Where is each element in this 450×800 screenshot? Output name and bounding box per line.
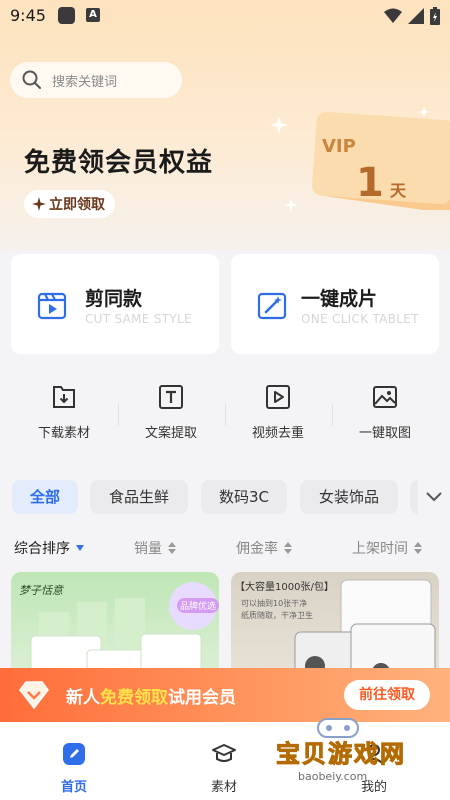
graduation-cap-icon xyxy=(212,744,236,762)
sort-label: 综合排序 xyxy=(14,541,70,557)
tool-label: 视频去重 xyxy=(251,426,304,441)
category-expand-button[interactable] xyxy=(418,480,450,514)
tab-label: 首页 xyxy=(60,780,87,795)
banner-text-suffix: 试用会员 xyxy=(168,688,236,708)
vip-gem-icon xyxy=(19,681,49,710)
new-user-promo-banner[interactable]: 新人免费领取试用会员 前往领取 xyxy=(0,668,450,722)
sort-arrows-icon xyxy=(168,542,176,554)
image-icon xyxy=(373,386,397,408)
claim-now-button[interactable]: 立即领取 xyxy=(24,190,115,218)
divider xyxy=(225,404,226,426)
banner-text-highlight: 免费领取 xyxy=(100,688,168,708)
vip-ticket-illustration: VIP 1 天 xyxy=(312,111,450,210)
vip-unit: 天 xyxy=(390,181,407,200)
status-icons xyxy=(384,7,440,25)
banner-text-prefix: 新人 xyxy=(66,688,100,708)
tool-download-material[interactable]: 下载素材 xyxy=(14,384,114,454)
battery-icon xyxy=(430,7,440,25)
sort-arrows-icon xyxy=(284,542,292,554)
card-subtitle: ONE CLICK TABLET xyxy=(301,312,419,326)
promo-title: 免费领会员权益 xyxy=(24,148,214,178)
tool-label: 一键取图 xyxy=(358,426,411,441)
one-click-tablet-card[interactable]: 一键成片 ONE CLICK TABLET xyxy=(231,254,439,354)
sort-listing-time[interactable]: 上架时间 xyxy=(352,538,422,558)
search-placeholder: 搜索关键词 xyxy=(52,74,118,90)
go-claim-button[interactable]: 前往领取 xyxy=(344,680,430,710)
card-subtitle: CUT SAME STYLE xyxy=(85,312,192,326)
tool-video-dedupe[interactable]: 视频去重 xyxy=(228,384,328,454)
video-play-icon xyxy=(266,385,290,409)
tool-text-extract[interactable]: 文案提取 xyxy=(121,384,221,454)
signal-icon xyxy=(408,8,424,24)
magic-wand-icon xyxy=(257,292,287,320)
card-title: 一键成片 xyxy=(301,288,378,310)
divider xyxy=(118,404,119,426)
status-time: 9:45 xyxy=(10,6,46,25)
clapperboard-icon xyxy=(37,292,67,320)
vip-label: VIP xyxy=(322,136,356,157)
notification-a-icon: A xyxy=(86,8,100,22)
category-chip-all[interactable]: 全部 xyxy=(12,480,78,514)
sparkle-icon xyxy=(32,197,46,211)
sort-arrows-icon xyxy=(414,542,422,554)
chevron-down-icon xyxy=(426,492,442,502)
sort-commission[interactable]: 佣金率 xyxy=(236,538,292,558)
download-file-icon xyxy=(53,386,75,408)
home-pen-icon xyxy=(63,743,85,765)
notification-app-icon xyxy=(58,7,75,24)
search-icon xyxy=(22,70,41,89)
tool-one-click-image[interactable]: 一键取图 xyxy=(335,384,435,454)
card-title: 剪同款 xyxy=(85,288,143,310)
sort-label: 佣金率 xyxy=(236,541,278,557)
category-chip-digital[interactable]: 数码3C xyxy=(201,480,287,514)
text-extract-icon xyxy=(159,385,183,409)
watermark: 宝贝游戏网 baobeiy.com xyxy=(276,718,436,790)
claim-now-label: 立即领取 xyxy=(49,197,105,213)
brand-badge: 品牌优选 xyxy=(177,598,219,613)
watermark-text: 宝贝游戏网 xyxy=(276,740,406,769)
sparkle-decoration-icon xyxy=(270,116,288,134)
tab-material[interactable]: 素材 xyxy=(184,742,264,795)
tool-label: 文案提取 xyxy=(144,426,197,441)
search-input[interactable]: 搜索关键词 xyxy=(10,62,182,98)
caret-down-icon xyxy=(76,545,84,551)
sort-comprehensive[interactable]: 综合排序 xyxy=(14,538,84,558)
category-chip-food[interactable]: 食品生鲜 xyxy=(90,480,188,514)
watermark-url: baobeiy.com xyxy=(298,770,368,783)
sparkle-decoration-icon xyxy=(418,106,430,118)
sort-label: 销量 xyxy=(134,541,162,557)
divider xyxy=(332,404,333,426)
tab-home[interactable]: 首页 xyxy=(34,742,114,795)
wifi-icon xyxy=(384,8,402,23)
banner-text: 新人免费领取试用会员 xyxy=(66,683,236,708)
vip-days: 1 xyxy=(356,160,384,206)
tool-label: 下载素材 xyxy=(37,426,90,441)
cut-same-style-card[interactable]: 剪同款 CUT SAME STYLE xyxy=(11,254,219,354)
sparkle-decoration-icon xyxy=(284,198,298,212)
category-chip-womens[interactable]: 女装饰品 xyxy=(300,480,398,514)
status-bar: 9:45 A xyxy=(0,0,450,32)
sort-label: 上架时间 xyxy=(352,541,408,557)
tab-label: 素材 xyxy=(210,780,237,795)
sort-sales[interactable]: 销量 xyxy=(134,538,176,558)
category-chip-overflow[interactable] xyxy=(410,480,418,514)
